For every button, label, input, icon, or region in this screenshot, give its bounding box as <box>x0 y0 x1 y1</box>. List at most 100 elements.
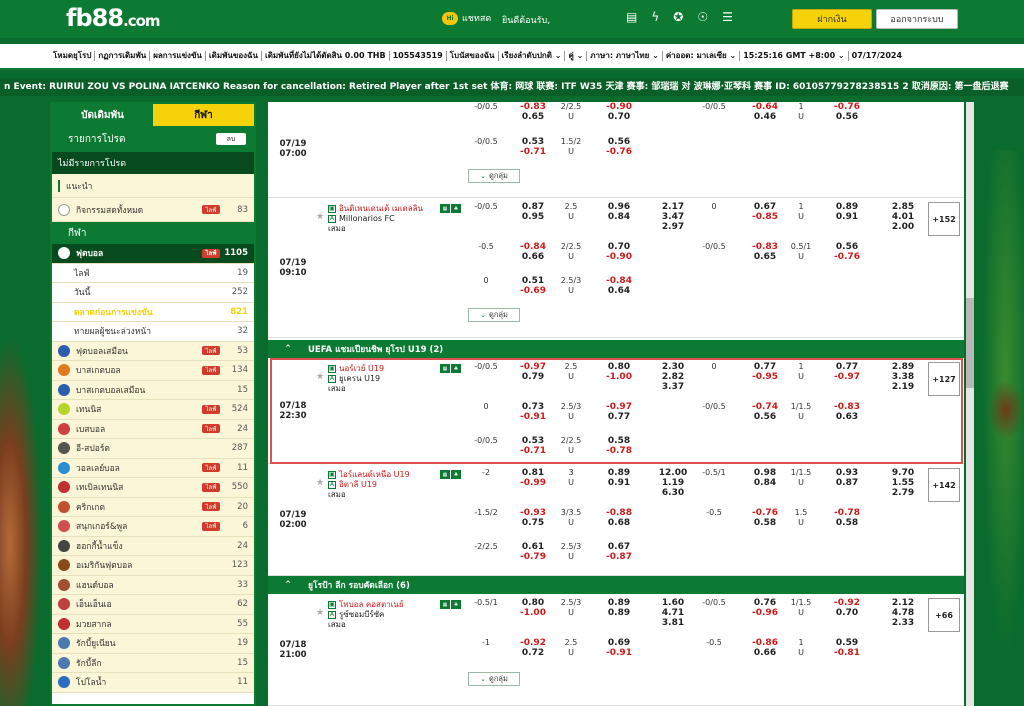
expand-group-button[interactable]: ⌄ ดูกลุ่ม <box>468 169 520 183</box>
handicap-odds-away[interactable]: 0.95 <box>516 212 550 222</box>
odds-1x2[interactable]: 4.71 <box>656 608 690 618</box>
first-half-odds-home[interactable]: -0.83 <box>748 242 782 252</box>
first-half-over-odds[interactable]: -0.92 <box>830 598 864 608</box>
match-teams[interactable]: ▣ โทบอล คอสตาเนย์ A รูซ์ซอมบีร์ซัค เสมอ <box>328 600 404 630</box>
over-odds[interactable]: 0.96 <box>602 202 636 212</box>
first-half-under-odds[interactable]: 0.91 <box>830 212 864 222</box>
first-half-under-odds[interactable]: 0.70 <box>830 608 864 618</box>
live-chat-link[interactable]: Hi แชทสด <box>442 11 491 25</box>
first-half-odds-home[interactable]: -0.76 <box>748 508 782 518</box>
first-half-odds-home[interactable]: 0.98 <box>748 468 782 478</box>
odds-1x2[interactable]: 2.30 <box>656 362 690 372</box>
under-odds[interactable]: 0.64 <box>602 286 636 296</box>
chevron-up-icon[interactable]: ⌃ <box>268 344 308 354</box>
under-odds[interactable]: -0.78 <box>602 446 636 456</box>
handicap-odds-away[interactable]: -0.71 <box>516 446 550 456</box>
sidebar-item-sport[interactable]: ฮอกกี้น้ำแข็ง 24 <box>52 537 254 556</box>
over-odds[interactable]: 0.80 <box>602 362 636 372</box>
sidebar-item-sport[interactable]: คริกเกต ไลฟ์ 20 <box>52 498 254 517</box>
sidebar-item-sport[interactable]: ฟุตบอลเสมือน ไลฟ์ 53 <box>52 342 254 361</box>
handicap-odds-home[interactable]: -0.83 <box>516 102 550 112</box>
under-odds[interactable]: 0.89 <box>602 608 636 618</box>
first-half-odds-away[interactable]: 0.56 <box>748 412 782 422</box>
first-half-odds-home[interactable]: -0.74 <box>748 402 782 412</box>
sidebar-item-football[interactable]: ฟุตบอล ไลฟ์ 1105 <box>52 244 254 264</box>
first-half-under-odds[interactable]: 0.58 <box>830 518 864 528</box>
over-odds[interactable]: 0.58 <box>602 436 636 446</box>
over-odds[interactable]: -0.90 <box>602 102 636 112</box>
handicap-odds-away[interactable]: 0.65 <box>516 112 550 122</box>
handicap-odds-away[interactable]: -0.79 <box>516 552 550 562</box>
menu-item[interactable]: ภาษา: ภาษาไทย ⌄ <box>587 51 663 61</box>
favorite-star-icon[interactable]: ★ <box>316 608 324 618</box>
deposit-button[interactable]: ฝากเงิน <box>792 9 872 29</box>
league-header[interactable]: ⌃ ยูโรป้า ลีก รอบคัดเลือก (6) <box>268 576 964 594</box>
odds-1x2[interactable]: 3.81 <box>656 618 690 628</box>
more-markets-button[interactable]: +152 <box>928 202 960 236</box>
handicap-odds-away[interactable]: 0.66 <box>516 252 550 262</box>
handicap-odds-away[interactable]: -0.99 <box>516 478 550 488</box>
handicap-odds-home[interactable]: 0.80 <box>516 598 550 608</box>
menu-item[interactable]: เดิมพันที่ยังไม่ได้ตัดสิน 0.00 THB <box>262 51 390 61</box>
odds-1x2[interactable]: 2.19 <box>886 382 920 392</box>
first-half-under-odds[interactable]: 0.87 <box>830 478 864 488</box>
odds-1x2[interactable]: 2.85 <box>886 202 920 212</box>
first-half-odds-away[interactable]: 0.66 <box>748 648 782 658</box>
handicap-odds-away[interactable]: -0.69 <box>516 286 550 296</box>
over-odds[interactable]: -0.88 <box>602 508 636 518</box>
sidebar-item-sport[interactable]: เทนนิส ไลฟ์ 524 <box>52 400 254 420</box>
under-odds[interactable]: 0.84 <box>602 212 636 222</box>
handicap-odds-away[interactable]: 0.75 <box>516 518 550 528</box>
more-markets-button[interactable]: +127 <box>928 362 960 396</box>
first-half-over-odds[interactable]: -0.83 <box>830 402 864 412</box>
handicap-odds-away[interactable]: -1.00 <box>516 608 550 618</box>
match-teams[interactable]: ▣ อินดิเพนเดนเต้ เมเดลลิน A Millonarios FC เ… <box>328 204 423 234</box>
tab-sports[interactable]: กีฬา <box>153 104 254 126</box>
menu-item[interactable]: คู่ ⌄ <box>565 51 588 61</box>
handicap-odds-away[interactable]: -0.91 <box>516 412 550 422</box>
over-odds[interactable]: 0.89 <box>602 598 636 608</box>
stats-icon[interactable]: ▦ <box>440 600 450 609</box>
over-odds[interactable]: 0.69 <box>602 638 636 648</box>
sidebar-item-all-live[interactable]: กิจกรรมสดทั้งหมด ไลฟ์ 83 <box>52 198 254 222</box>
handicap-odds-home[interactable]: -0.84 <box>516 242 550 252</box>
more-markets-button[interactable]: +142 <box>928 468 960 502</box>
over-odds[interactable]: 0.67 <box>602 542 636 552</box>
odds-1x2[interactable]: 2.79 <box>886 488 920 498</box>
favorite-star-icon[interactable]: ★ <box>316 372 324 382</box>
over-odds[interactable]: -0.97 <box>602 402 636 412</box>
chevron-up-icon[interactable]: ⌃ <box>268 580 308 590</box>
first-half-odds-home[interactable]: 0.76 <box>748 598 782 608</box>
menu-list-icon[interactable]: ☰ <box>722 10 733 24</box>
first-half-odds-home[interactable]: 0.77 <box>748 362 782 372</box>
odds-1x2[interactable]: 4.78 <box>886 608 920 618</box>
first-half-over-odds[interactable]: 0.56 <box>830 242 864 252</box>
odds-1x2[interactable]: 9.70 <box>886 468 920 478</box>
first-half-under-odds[interactable]: -0.97 <box>830 372 864 382</box>
favorite-star-icon[interactable]: ★ <box>316 478 324 488</box>
odds-1x2[interactable]: 6.30 <box>656 488 690 498</box>
first-half-under-odds[interactable]: -0.81 <box>830 648 864 658</box>
under-odds[interactable]: 0.68 <box>602 518 636 528</box>
scrollbar-thumb[interactable] <box>966 298 974 388</box>
menu-item[interactable]: 15:25:16 GMT +8:00 ⌄ <box>740 51 849 61</box>
site-logo[interactable]: fb88.com <box>66 4 161 32</box>
under-odds[interactable]: -0.90 <box>602 252 636 262</box>
menu-item[interactable]: กฏการเดิมพัน <box>95 51 151 61</box>
odds-1x2[interactable]: 1.19 <box>656 478 690 488</box>
handicap-odds-home[interactable]: -0.92 <box>516 638 550 648</box>
odds-1x2[interactable]: 2.89 <box>886 362 920 372</box>
stats-icon[interactable]: ▦ <box>440 364 450 373</box>
first-half-over-odds[interactable]: 0.77 <box>830 362 864 372</box>
sidebar-subitem[interactable]: ไลฟ์ 19 <box>52 263 254 283</box>
handicap-odds-away[interactable]: 0.79 <box>516 372 550 382</box>
stats-icon[interactable]: ▦ <box>440 470 450 479</box>
odds-1x2[interactable]: 2.00 <box>886 222 920 232</box>
expand-group-button[interactable]: ⌄ ดูกลุ่ม <box>468 672 520 686</box>
main-scrollbar[interactable] <box>966 102 974 706</box>
handicap-odds-home[interactable]: 0.53 <box>516 137 550 147</box>
over-odds[interactable]: 0.56 <box>602 137 636 147</box>
first-half-under-odds[interactable]: 0.63 <box>830 412 864 422</box>
odds-1x2[interactable]: 2.82 <box>656 372 690 382</box>
logout-button[interactable]: ออกจากระบบ <box>876 9 958 29</box>
